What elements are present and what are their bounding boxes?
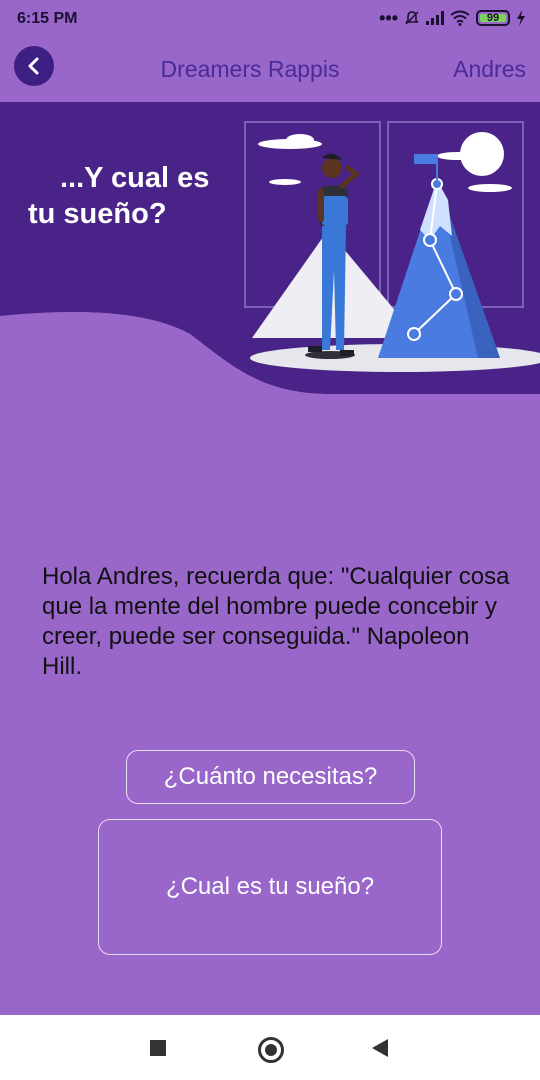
recents-icon[interactable]: [150, 1040, 166, 1056]
mute-bell-icon: [405, 11, 419, 25]
your-dream-button[interactable]: ¿Cual es tu sueño?: [98, 819, 442, 955]
banner-heading: ...Y cual es tu sueño?: [28, 160, 209, 232]
banner-line-2: tu sueño?: [28, 198, 167, 230]
wifi-icon: [450, 10, 470, 26]
signal-icon: [426, 11, 444, 25]
charging-icon: [517, 10, 525, 26]
back-triangle-icon[interactable]: [372, 1039, 388, 1057]
motivational-quote: Hola Andres, recuerda que: "Cualquier co…: [42, 563, 510, 680]
banner-illustration: [0, 102, 540, 402]
battery-icon: 99: [476, 10, 510, 26]
battery-level: 99: [486, 12, 500, 24]
status-icons: ••• 99: [379, 8, 526, 28]
user-name[interactable]: Andres: [453, 56, 526, 83]
how-much-button[interactable]: ¿Cuánto necesitas?: [126, 750, 415, 804]
navigation-bar: [0, 1015, 540, 1080]
more-dots-icon: •••: [379, 7, 398, 28]
dream-banner: ...Y cual es tu sueño?: [0, 102, 540, 402]
sun-icon: [460, 132, 504, 176]
status-bar: 6:15 PM ••• 99: [0, 0, 540, 38]
banner-line-1: ...Y cual es: [60, 162, 210, 194]
status-time: 6:15 PM: [17, 10, 78, 27]
home-icon[interactable]: [258, 1037, 284, 1063]
app-title: Dreamers Rappis: [160, 56, 340, 82]
app-header: Dreamers Rappis Andres: [0, 38, 540, 102]
